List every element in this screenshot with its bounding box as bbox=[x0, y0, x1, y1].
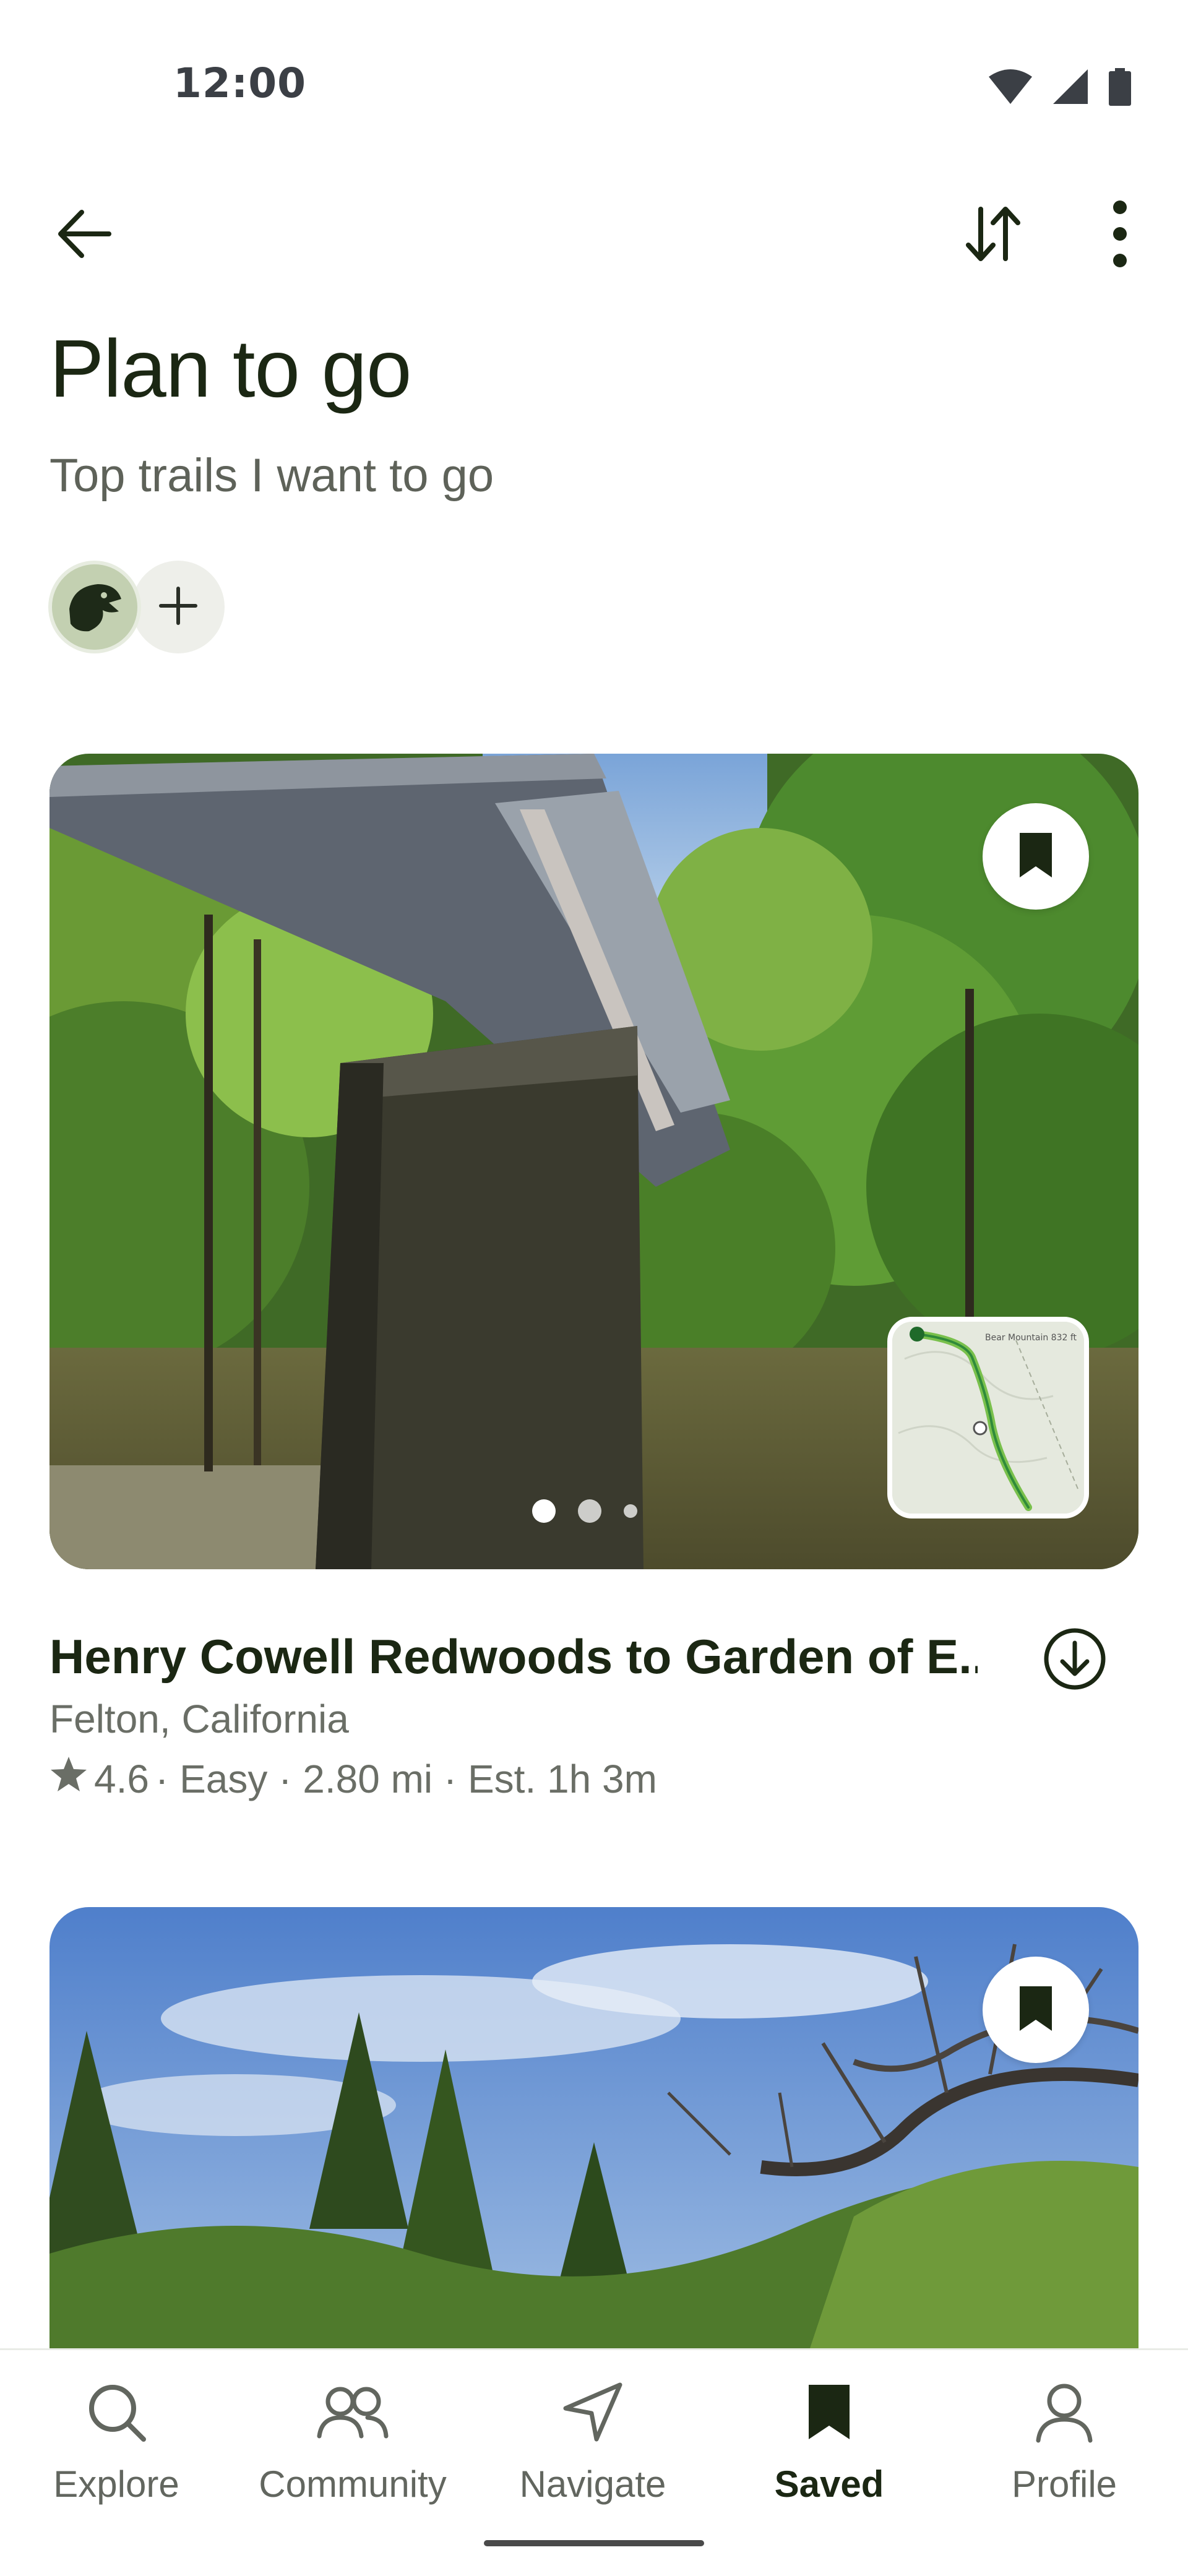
trail-info: Henry Cowell Redwoods to Garden of E... … bbox=[50, 1569, 1138, 1802]
nav-label-community: Community bbox=[259, 2463, 447, 2505]
cellular-icon bbox=[1052, 68, 1089, 108]
trail-rating: 4.6 bbox=[94, 1756, 149, 1801]
map-preview-image: Bear Mountain 832 ft bbox=[892, 1322, 1084, 1514]
nav-label-navigate: Navigate bbox=[519, 2463, 666, 2505]
nav-item-explore[interactable]: Explore bbox=[5, 2375, 228, 2517]
trail-card[interactable] bbox=[50, 1907, 1138, 2402]
plus-icon bbox=[158, 586, 198, 628]
list-title: Plan to go bbox=[50, 323, 411, 414]
nav-label-explore: Explore bbox=[53, 2463, 179, 2505]
nav-item-saved[interactable]: Saved bbox=[718, 2375, 940, 2517]
trail-photo-image bbox=[50, 1907, 1138, 2402]
battery-icon bbox=[1108, 68, 1132, 109]
pager-dot-active bbox=[532, 1499, 556, 1523]
map-peak-label: Bear Mountain 832 ft bbox=[985, 1333, 1077, 1343]
trail-map-preview[interactable]: Bear Mountain 832 ft bbox=[887, 1317, 1089, 1518]
status-time: 12:00 bbox=[173, 59, 307, 107]
photo-pager-dots bbox=[532, 1499, 637, 1523]
nav-label-profile: Profile bbox=[1011, 2463, 1117, 2505]
star-icon bbox=[50, 1755, 88, 1802]
nav-item-navigate[interactable]: Navigate bbox=[481, 2375, 704, 2517]
trail-photo[interactable] bbox=[50, 1907, 1138, 2402]
wifi-icon bbox=[988, 68, 1033, 108]
download-circle-icon bbox=[1043, 1627, 1107, 1694]
sort-button[interactable] bbox=[950, 192, 1036, 278]
add-collaborator-button[interactable] bbox=[132, 561, 225, 653]
save-toggle-button[interactable] bbox=[983, 1957, 1089, 2063]
avatar[interactable] bbox=[48, 561, 141, 653]
nav-label-saved: Saved bbox=[774, 2463, 884, 2505]
more-vertical-icon bbox=[1111, 200, 1129, 270]
trail-location: Felton, California bbox=[50, 1697, 349, 1741]
bookmark-icon bbox=[806, 2375, 852, 2449]
person-icon bbox=[1033, 2375, 1095, 2449]
nav-item-community[interactable]: Community bbox=[241, 2375, 464, 2517]
arrow-left-icon bbox=[53, 206, 115, 264]
collaborators-row bbox=[48, 557, 246, 656]
people-icon bbox=[316, 2375, 390, 2449]
save-toggle-button[interactable] bbox=[983, 803, 1089, 910]
list-description: Top trails I want to go bbox=[50, 449, 494, 502]
top-app-bar bbox=[0, 186, 1188, 285]
trail-card[interactable]: Bear Mountain 832 ft Henry Cowell Redwoo… bbox=[50, 754, 1138, 1802]
trail-name[interactable]: Henry Cowell Redwoods to Garden of E... bbox=[50, 1629, 978, 1685]
pager-dot bbox=[578, 1499, 601, 1523]
status-icons bbox=[988, 68, 1132, 109]
pager-dot bbox=[624, 1504, 637, 1518]
nav-item-profile[interactable]: Profile bbox=[953, 2375, 1176, 2517]
download-button[interactable] bbox=[1041, 1626, 1109, 1694]
bookmark-filled-icon bbox=[1017, 830, 1054, 882]
home-indicator[interactable] bbox=[484, 2540, 704, 2546]
eagle-avatar-icon bbox=[52, 564, 137, 650]
status-bar: 12:00 bbox=[0, 0, 1188, 149]
navigation-arrow-icon bbox=[562, 2375, 624, 2449]
trail-stats: 4.6 · Easy · 2.80 mi · Est. 1h 3m bbox=[50, 1755, 1138, 1802]
sort-arrows-icon bbox=[962, 203, 1024, 267]
bookmark-filled-icon bbox=[1017, 1984, 1054, 2036]
search-icon bbox=[85, 2375, 147, 2449]
trail-meta-details: · Easy · 2.80 mi · Est. 1h 3m bbox=[155, 1756, 657, 1801]
trail-photo[interactable]: Bear Mountain 832 ft bbox=[50, 754, 1138, 1569]
back-button[interactable] bbox=[41, 192, 127, 278]
more-options-button[interactable] bbox=[1077, 192, 1163, 278]
